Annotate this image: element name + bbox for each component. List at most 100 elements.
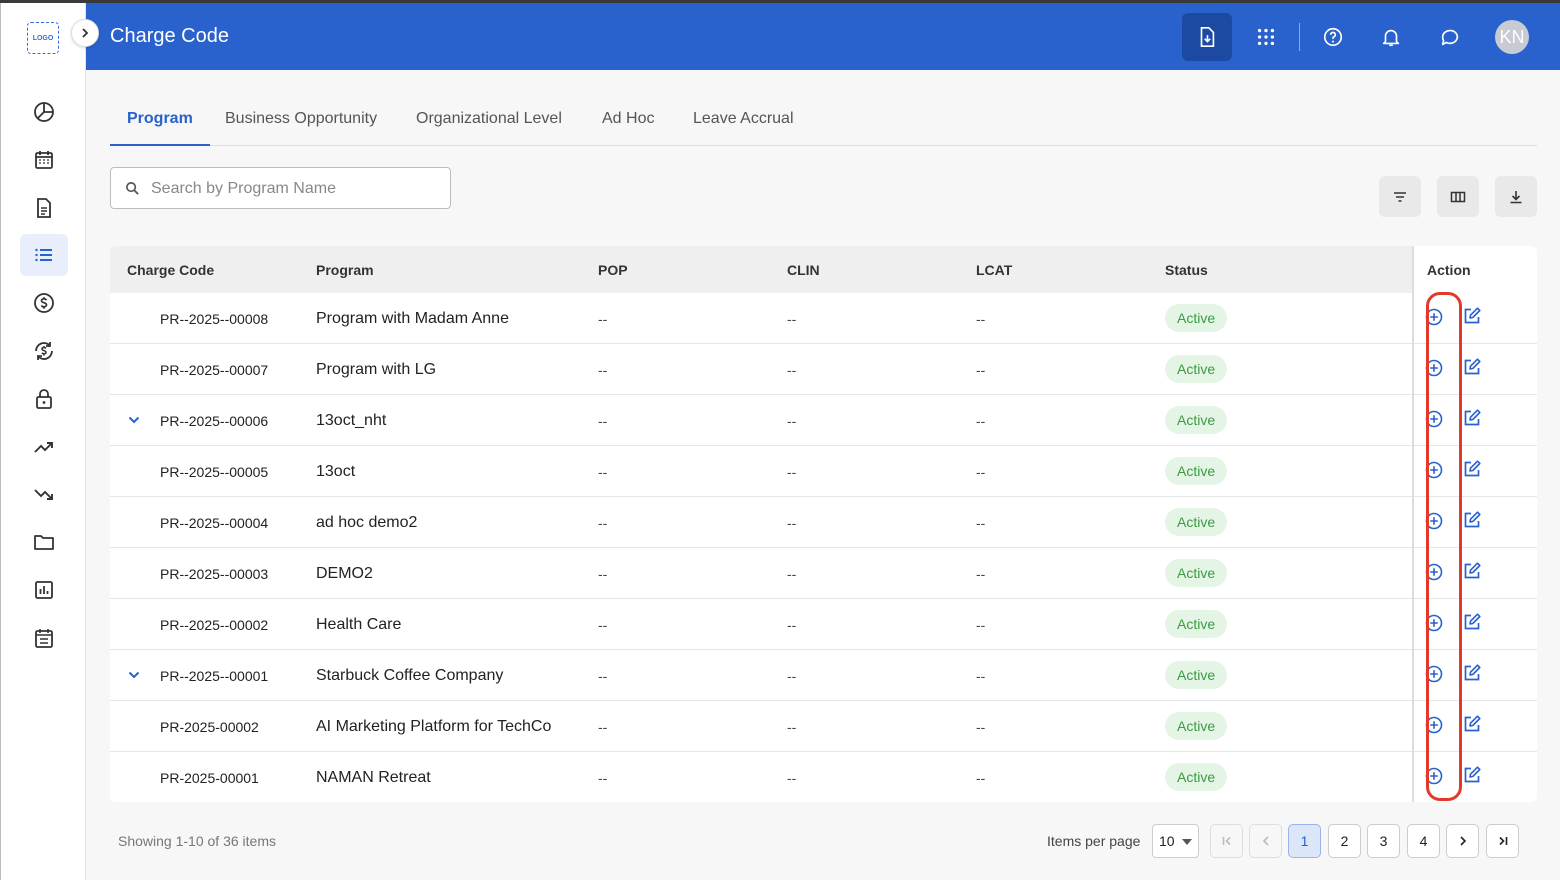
edit-icon[interactable] (1462, 765, 1482, 785)
edit-icon[interactable] (1462, 612, 1482, 632)
clin-cell: -- (787, 362, 797, 378)
column-header-status[interactable]: Status (1165, 262, 1208, 278)
charge-code-cell: PR-2025-00001 (160, 770, 259, 786)
chevron-right-icon (1459, 836, 1466, 846)
column-header-clin[interactable]: CLIN (787, 262, 820, 278)
status-badge: Active (1165, 508, 1228, 536)
table-row[interactable]: PR--2025--00008 Program with Madam Anne --… (110, 293, 1537, 344)
table-row[interactable]: PR--2025--00004 ad hoc demo2 -- -- -- Active (110, 497, 1537, 548)
last-page-button[interactable] (1486, 824, 1519, 858)
download-document-icon (1200, 27, 1215, 47)
filter-button[interactable] (1379, 176, 1421, 217)
edit-icon[interactable] (1462, 714, 1482, 734)
program-cell: ad hoc demo2 (316, 514, 418, 531)
previous-page-button[interactable] (1249, 824, 1282, 858)
sidebar-item-pie-chart[interactable] (20, 91, 68, 133)
table-row[interactable]: PR-2025-00001 NAMAN Retreat -- -- -- Active (110, 752, 1537, 802)
tab-business-opportunity[interactable]: Business Opportunity (208, 110, 394, 146)
chevron-left-icon (1262, 836, 1269, 846)
table-row[interactable]: PR--2025--00005 13oct -- -- -- Active (110, 446, 1537, 497)
avatar[interactable]: KN (1495, 20, 1529, 54)
status-badge: Active (1165, 559, 1228, 587)
program-cell: AI Marketing Platform for TechCo (316, 718, 552, 735)
tab-organizational-level[interactable]: Organizational Level (399, 110, 579, 146)
search-input[interactable] (151, 178, 441, 200)
apps-grid-button[interactable] (1241, 13, 1291, 61)
sidebar-item-folder[interactable] (20, 521, 68, 563)
column-header-lcat[interactable]: LCAT (976, 262, 1012, 278)
edit-icon[interactable] (1462, 459, 1482, 479)
lcat-cell: -- (976, 311, 986, 327)
edit-icon[interactable] (1462, 663, 1482, 683)
edit-icon[interactable] (1462, 510, 1482, 530)
lcat-cell: -- (976, 413, 986, 429)
download-document-button[interactable] (1182, 13, 1232, 61)
pop-cell: -- (598, 719, 608, 735)
pop-cell: -- (598, 617, 608, 633)
dollar-icon (34, 293, 54, 313)
sidebar-item-currency-exchange[interactable] (20, 330, 68, 372)
chevron-down-icon[interactable] (127, 668, 141, 682)
sidebar-item-lock[interactable] (20, 378, 68, 420)
search-icon (126, 182, 139, 195)
list-icon (35, 248, 52, 262)
first-page-button[interactable] (1210, 824, 1243, 858)
page-button-1[interactable]: 1 (1288, 824, 1321, 858)
download-button[interactable] (1495, 176, 1537, 217)
help-button[interactable] (1308, 13, 1358, 61)
table-row[interactable]: PR--2025--00002 Health Care -- -- -- Active (110, 599, 1537, 650)
edit-icon[interactable] (1462, 306, 1482, 326)
charge-code-cell: PR--2025--00003 (160, 566, 269, 582)
search-box (110, 167, 451, 209)
chevron-down-icon[interactable] (127, 413, 141, 427)
tab-ad-hoc[interactable]: Ad Hoc (585, 110, 671, 146)
table-row[interactable]: PR--2025--00007 Program with LG -- -- -- Acti… (110, 344, 1537, 395)
sidebar-item-document[interactable] (20, 187, 68, 229)
edit-icon[interactable] (1462, 357, 1482, 377)
tab-leave-accrual[interactable]: Leave Accrual (676, 110, 811, 146)
sidebar-item-bar-report[interactable] (20, 569, 68, 611)
table-row[interactable]: PR--2025--00001 Starbuck Coffee Company --… (110, 650, 1537, 701)
chat-button[interactable] (1425, 13, 1475, 61)
page-button-2[interactable]: 2 (1328, 824, 1361, 858)
column-header-charge-code[interactable]: Charge Code (127, 262, 214, 278)
columns-button[interactable] (1437, 176, 1479, 217)
items-per-page-select[interactable]: 10 (1152, 824, 1199, 858)
sidebar-item-dollar[interactable] (20, 282, 68, 324)
clin-cell: -- (787, 413, 797, 429)
app-header: Charge Code KN (86, 3, 1560, 70)
program-cell: 13oct (316, 463, 356, 480)
table-header: Charge Code Program POP CLIN LCAT Status (110, 246, 1537, 293)
lock-icon (36, 389, 52, 409)
table-row[interactable]: PR-2025-00002 AI Marketing Platform for T… (110, 701, 1537, 752)
clin-cell: -- (787, 668, 797, 684)
sidebar-item-schedule[interactable] (20, 617, 68, 659)
next-page-button[interactable] (1446, 824, 1479, 858)
sidebar-item-trending-up[interactable] (20, 426, 68, 468)
sidebar-expand-button[interactable] (71, 19, 99, 47)
column-header-pop[interactable]: POP (598, 262, 628, 278)
sidebar-item-list[interactable] (20, 234, 68, 276)
lcat-cell: -- (976, 719, 986, 735)
page-button-3[interactable]: 3 (1367, 824, 1400, 858)
pop-cell: -- (598, 515, 608, 531)
lcat-cell: -- (976, 362, 986, 378)
pop-cell: -- (598, 464, 608, 480)
folder-icon (34, 535, 54, 550)
tab-program[interactable]: Program (110, 110, 210, 146)
column-header-program[interactable]: Program (316, 262, 374, 278)
table-row[interactable]: PR--2025--00003 DEMO2 -- -- -- Active (110, 548, 1537, 599)
table-row[interactable]: PR--2025--00006 13oct_nht -- -- -- Active (110, 395, 1537, 446)
columns-icon (1450, 191, 1466, 202)
charge-code-cell: PR--2025--00004 (160, 515, 269, 531)
sidebar-item-trending-down[interactable] (20, 474, 68, 516)
sidebar-item-calendar[interactable] (20, 139, 68, 181)
edit-icon[interactable] (1462, 561, 1482, 581)
program-cell: 13oct_nht (316, 412, 387, 429)
notifications-button[interactable] (1366, 13, 1416, 61)
pop-cell: -- (598, 770, 608, 786)
status-badge: Active (1165, 304, 1228, 332)
page-button-4[interactable]: 4 (1407, 824, 1440, 858)
edit-icon[interactable] (1462, 408, 1482, 428)
lcat-cell: -- (976, 617, 986, 633)
